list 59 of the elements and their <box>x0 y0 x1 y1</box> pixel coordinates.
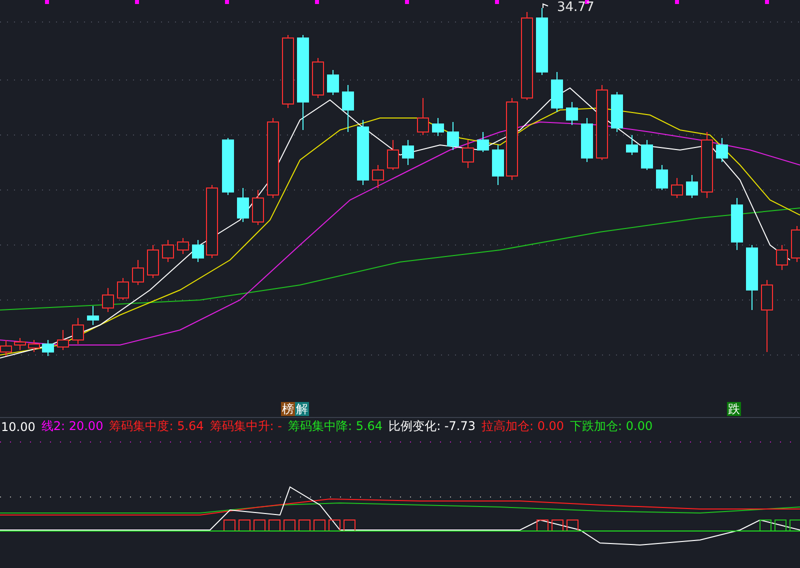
candlestick <box>402 140 414 166</box>
candlestick <box>117 278 129 300</box>
candlestick <box>222 138 234 196</box>
candlestick <box>566 102 578 126</box>
candlestick <box>372 164 384 188</box>
candlestick <box>162 240 174 262</box>
candlestick <box>57 330 69 350</box>
candlestick <box>432 118 444 136</box>
candlestick <box>686 174 698 198</box>
candlestick <box>192 240 204 262</box>
candlestick <box>656 164 668 190</box>
candlestick <box>87 306 99 326</box>
candlestick <box>327 70 339 96</box>
peak-price-label: 34.77 <box>557 0 594 16</box>
candlestick <box>102 288 114 312</box>
indicator-value: 10.00 <box>1 420 36 434</box>
candlestick <box>252 190 264 226</box>
candlestick <box>177 238 189 254</box>
candlestick <box>447 122 459 150</box>
candlestick <box>626 134 638 156</box>
candlestick <box>701 132 713 198</box>
candlestick <box>132 260 144 286</box>
indicator-value: 筹码集中度: 5.64 <box>109 418 204 435</box>
candlestick <box>387 140 399 170</box>
signal-tag: 解 <box>295 402 309 416</box>
candlestick <box>791 226 800 262</box>
candlestick <box>28 340 40 352</box>
candlestick <box>462 140 474 168</box>
signal-tag: 榜 <box>281 402 295 416</box>
candlestick <box>536 8 548 76</box>
candlestick <box>342 84 354 132</box>
indicator-value: 比例变化: -7.73 <box>388 418 476 435</box>
candlestick <box>716 138 728 162</box>
candlestick <box>14 338 26 350</box>
candlestick <box>417 98 429 136</box>
indicator-value: 拉高加仓: 0.00 <box>481 418 564 435</box>
candlestick <box>42 340 54 356</box>
candlestick <box>671 178 683 198</box>
candlestick <box>312 58 324 98</box>
indicator-value: 下跌加仓: 0.00 <box>570 418 653 435</box>
peak-marker-icon <box>542 3 548 8</box>
candlestick <box>0 340 12 356</box>
candlestick <box>581 118 593 162</box>
indicator-value: 筹码集中升: - <box>210 418 282 435</box>
candlestick <box>357 120 369 186</box>
candlestick <box>492 144 504 186</box>
indicator-value: 线2: 20.00 <box>41 418 104 435</box>
candlestick <box>477 132 489 152</box>
candlestick <box>746 244 758 310</box>
candlestick <box>776 244 788 270</box>
candlestick <box>551 72 563 112</box>
candlestick <box>237 188 249 222</box>
candlestick <box>147 244 159 278</box>
indicator-value: 筹码集中降: 5.64 <box>288 418 383 435</box>
candlestick <box>72 318 84 344</box>
candlestick <box>731 198 743 250</box>
candlestick <box>611 92 623 132</box>
candlestick <box>641 140 653 170</box>
signal-tag: 跌 <box>727 402 741 416</box>
